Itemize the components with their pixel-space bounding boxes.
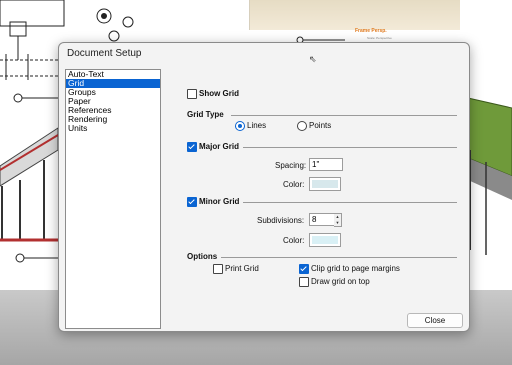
grid-type-header: Grid Type <box>187 110 224 119</box>
category-list[interactable]: Auto-Text Grid Groups Paper References R… <box>65 69 161 329</box>
options-divider <box>221 257 457 258</box>
clip-grid-label: Clip grid to page margins <box>311 264 400 273</box>
show-grid-label: Show Grid <box>199 89 239 98</box>
points-radio[interactable] <box>297 121 307 131</box>
draw-on-top-label: Draw grid on top <box>311 277 370 286</box>
minor-grid-label: Minor Grid <box>199 197 240 206</box>
document-setup-dialog: Document Setup Auto-Text Grid Groups Pap… <box>58 42 470 332</box>
major-color-fill <box>312 180 338 188</box>
minor-grid-checkbox[interactable] <box>187 197 197 207</box>
major-color-swatch[interactable] <box>309 177 341 191</box>
print-grid-label: Print Grid <box>225 264 259 273</box>
subdivisions-label: Subdivisions: <box>257 216 305 225</box>
minor-color-fill <box>312 236 338 244</box>
category-units[interactable]: Units <box>66 124 160 133</box>
clip-grid-checkbox[interactable] <box>299 264 309 274</box>
minor-color-label: Color: <box>283 236 305 245</box>
lines-radio[interactable] <box>235 121 245 131</box>
subdivisions-input[interactable]: 8 <box>309 213 335 226</box>
minor-grid-divider <box>243 202 457 203</box>
major-grid-checkbox[interactable] <box>187 142 197 152</box>
grid-type-divider <box>231 115 457 116</box>
show-grid-checkbox[interactable] <box>187 89 197 99</box>
print-grid-checkbox[interactable] <box>213 264 223 274</box>
subdivisions-stepper[interactable]: ▲ ▼ <box>334 213 342 227</box>
close-button[interactable]: Close <box>407 313 463 328</box>
major-grid-label: Major Grid <box>199 142 240 151</box>
spacing-label: Spacing: <box>275 161 307 170</box>
major-color-label: Color: <box>283 180 305 189</box>
dialog-title: Document Setup <box>67 48 142 59</box>
options-header: Options <box>187 252 218 261</box>
spacing-input[interactable]: 1" <box>309 158 343 171</box>
lines-label: Lines <box>247 121 267 130</box>
draw-on-top-checkbox[interactable] <box>299 277 309 287</box>
mouse-cursor-icon: ⇖ <box>309 54 317 64</box>
stepper-down-icon[interactable]: ▼ <box>334 220 341 226</box>
major-grid-divider <box>243 147 457 148</box>
minor-color-swatch[interactable] <box>309 233 341 247</box>
points-label: Points <box>309 121 332 130</box>
